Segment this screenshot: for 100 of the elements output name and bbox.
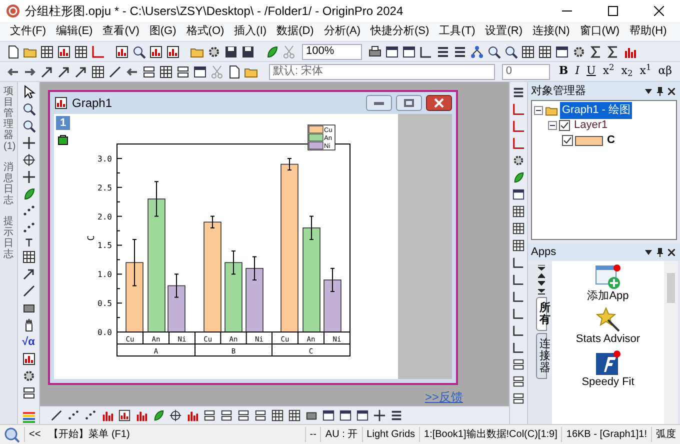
side-tab[interactable]: 消息日志 bbox=[4, 162, 14, 206]
arrow-icon[interactable] bbox=[74, 64, 88, 78]
bar-chart-icon[interactable] bbox=[22, 352, 36, 366]
window-icon[interactable] bbox=[356, 409, 369, 422]
menu-item[interactable]: 数据(D) bbox=[276, 23, 314, 40]
axes-icon[interactable] bbox=[91, 44, 105, 58]
window-icon[interactable] bbox=[385, 44, 399, 58]
app-label[interactable]: Stats Advisor bbox=[576, 333, 640, 346]
status-text[interactable]: << bbox=[24, 427, 45, 442]
leaf-icon[interactable] bbox=[22, 187, 36, 201]
gear-icon[interactable] bbox=[22, 369, 36, 384]
dropdown-icon[interactable] bbox=[645, 88, 652, 94]
axes-icon[interactable] bbox=[512, 103, 525, 116]
menu-item[interactable]: 工具(T) bbox=[439, 23, 476, 40]
layers-icon[interactable] bbox=[254, 409, 267, 422]
font-field[interactable]: 默认: 宋体 bbox=[269, 64, 495, 80]
bar-chart-icon[interactable] bbox=[57, 44, 71, 58]
zoom-icon[interactable] bbox=[22, 102, 36, 116]
stripes-icon[interactable] bbox=[436, 44, 450, 58]
frame-icon[interactable] bbox=[512, 307, 525, 320]
save-icon[interactable] bbox=[224, 44, 238, 58]
menu-item[interactable]: 设置(R) bbox=[485, 23, 523, 40]
layers-icon[interactable] bbox=[512, 392, 525, 405]
window-icon[interactable] bbox=[339, 409, 352, 422]
format-button[interactable]: x$_{2}$ bbox=[619, 63, 635, 80]
crosshair-icon[interactable] bbox=[22, 136, 36, 150]
color-stripes-icon[interactable] bbox=[22, 410, 36, 424]
pin-icon[interactable] bbox=[657, 86, 663, 96]
menu-item[interactable]: 图(G) bbox=[149, 23, 176, 40]
close-icon[interactable] bbox=[668, 248, 675, 256]
window-icon[interactable] bbox=[193, 64, 207, 78]
scatter-icon[interactable] bbox=[22, 221, 36, 235]
frame-icon[interactable] bbox=[512, 273, 525, 286]
save-icon[interactable] bbox=[241, 44, 255, 58]
format-button[interactable]: x$^{1}$ bbox=[638, 63, 654, 80]
tree-item[interactable]: Graph1 - 绘图 bbox=[560, 102, 632, 119]
layers-icon[interactable] bbox=[176, 64, 190, 78]
close-icon[interactable] bbox=[668, 88, 675, 94]
frame-icon[interactable] bbox=[512, 341, 525, 354]
menu-item[interactable]: 编辑(E) bbox=[56, 23, 93, 40]
column-chart-icon[interactable] bbox=[101, 409, 114, 422]
side-tab[interactable]: 提示日志 bbox=[4, 216, 14, 260]
axes-icon[interactable] bbox=[512, 137, 525, 150]
sigma-icon[interactable] bbox=[589, 44, 603, 58]
math-tool[interactable]: √α bbox=[22, 335, 35, 350]
column-chart-icon[interactable] bbox=[186, 409, 199, 422]
zoom-field[interactable]: 100% bbox=[302, 44, 362, 60]
leaf-icon[interactable] bbox=[512, 171, 525, 184]
scatter-icon[interactable] bbox=[67, 409, 80, 422]
checkbox[interactable] bbox=[562, 135, 573, 146]
gear-icon[interactable] bbox=[572, 44, 586, 58]
tree-icon[interactable] bbox=[470, 44, 484, 58]
collapse-icon[interactable] bbox=[534, 106, 543, 115]
scroll-arrow-icon[interactable] bbox=[538, 265, 544, 271]
line-icon[interactable] bbox=[108, 64, 122, 78]
minimize-button[interactable] bbox=[366, 95, 392, 111]
frame-icon[interactable] bbox=[512, 256, 525, 269]
menu-item[interactable]: 分析(A) bbox=[324, 23, 361, 40]
window-icon[interactable] bbox=[402, 44, 416, 58]
restore-button[interactable] bbox=[396, 95, 422, 111]
worksheet-icon[interactable] bbox=[288, 409, 301, 422]
lock-icon[interactable] bbox=[58, 134, 68, 145]
scatter-icon[interactable] bbox=[22, 204, 36, 218]
bar-chart-icon[interactable] bbox=[118, 409, 131, 422]
arrow-icon[interactable] bbox=[57, 64, 71, 78]
layer-badge[interactable]: 1 bbox=[56, 116, 70, 130]
menu-item[interactable]: 连接(N) bbox=[532, 23, 570, 40]
layers-icon[interactable] bbox=[512, 375, 525, 388]
tree-item[interactable]: C bbox=[605, 132, 617, 149]
checkbox[interactable] bbox=[559, 120, 570, 131]
worksheet-icon[interactable] bbox=[40, 44, 54, 58]
worksheet-icon[interactable] bbox=[91, 64, 105, 78]
bar-chart-icon[interactable] bbox=[166, 44, 180, 58]
search-icon[interactable] bbox=[4, 426, 20, 442]
layers-icon[interactable] bbox=[237, 409, 250, 422]
fit-app-icon[interactable] bbox=[594, 350, 622, 376]
bar-chart-icon[interactable] bbox=[149, 44, 163, 58]
arrow-icon[interactable] bbox=[40, 64, 54, 78]
stripes-icon[interactable] bbox=[390, 409, 403, 422]
target-icon[interactable] bbox=[169, 409, 182, 422]
crosshair-icon[interactable] bbox=[373, 409, 386, 422]
bar-chart-icon[interactable] bbox=[115, 44, 129, 58]
window-icon[interactable] bbox=[512, 188, 525, 201]
leaf-icon[interactable] bbox=[152, 409, 165, 422]
layers-icon[interactable] bbox=[142, 64, 156, 78]
pointer-icon[interactable] bbox=[22, 85, 36, 99]
worksheet-icon[interactable] bbox=[159, 64, 173, 78]
printer-icon[interactable] bbox=[368, 44, 382, 58]
maximize-icon[interactable] bbox=[608, 6, 618, 16]
sigma-icon[interactable] bbox=[606, 44, 620, 58]
bar-chart-icon[interactable] bbox=[54, 96, 68, 110]
format-button[interactable]: x$^{2}$ bbox=[600, 63, 616, 80]
worksheet-icon[interactable] bbox=[512, 222, 525, 235]
frame-icon[interactable] bbox=[419, 44, 433, 58]
stripes-icon[interactable] bbox=[453, 44, 467, 58]
line-icon[interactable] bbox=[50, 409, 63, 422]
format-button[interactable]: I bbox=[573, 63, 582, 80]
zoom-icon[interactable] bbox=[22, 119, 36, 133]
layers-icon[interactable] bbox=[512, 358, 525, 371]
scatter-icon[interactable] bbox=[84, 409, 97, 422]
